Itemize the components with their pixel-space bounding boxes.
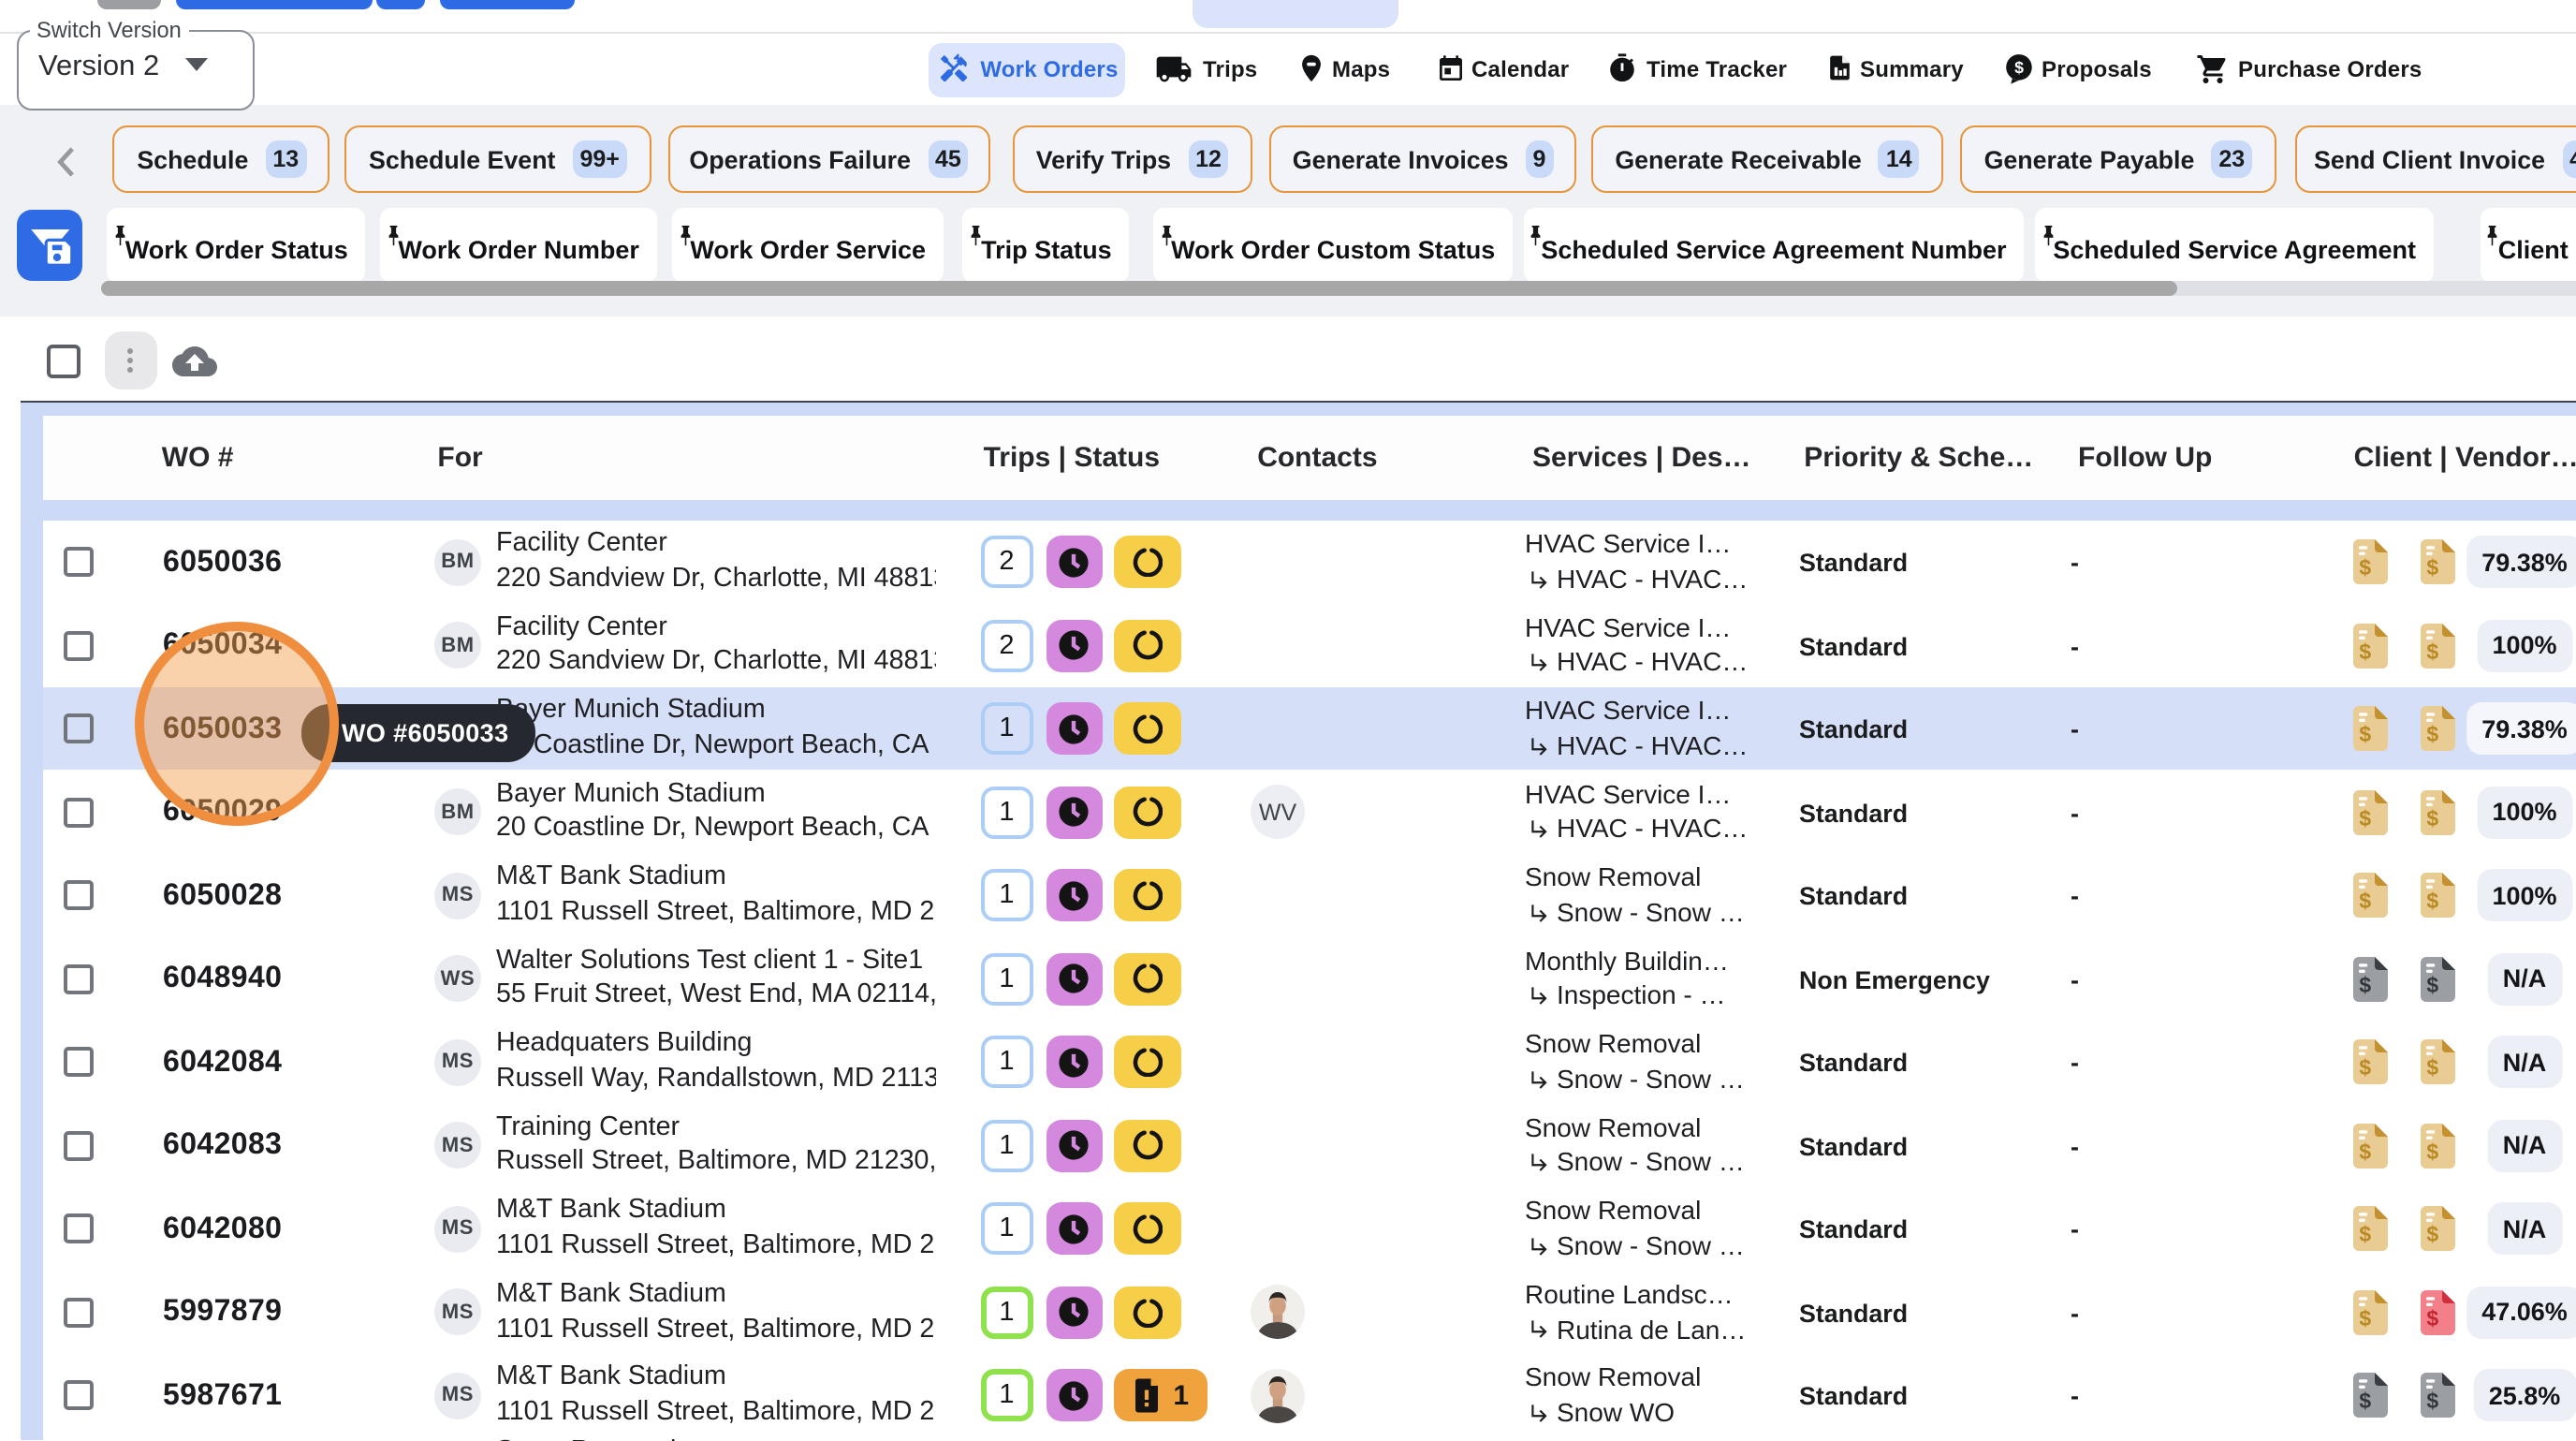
svg-text:$: $ (2426, 1306, 2438, 1331)
svg-text:$: $ (2359, 1139, 2371, 1163)
svg-text:$: $ (2426, 805, 2438, 830)
svg-text:$: $ (2426, 889, 2438, 913)
svg-text:$: $ (2426, 972, 2438, 996)
svg-text:$: $ (2014, 58, 2024, 77)
svg-text:$: $ (2426, 1055, 2438, 1080)
svg-text:$: $ (2359, 805, 2371, 830)
svg-text:$: $ (2359, 1055, 2371, 1080)
svg-text:$: $ (2426, 1139, 2438, 1163)
svg-text:$: $ (2426, 639, 2438, 663)
svg-text:$: $ (2426, 1390, 2438, 1414)
svg-text:$: $ (2359, 972, 2371, 996)
svg-text:$: $ (2359, 1306, 2371, 1331)
svg-text:$: $ (2359, 639, 2371, 663)
svg-text:$: $ (2426, 722, 2438, 746)
svg-text:$: $ (2359, 889, 2371, 913)
svg-text:$: $ (2359, 555, 2371, 580)
svg-text:$: $ (2359, 1390, 2371, 1414)
svg-text:$: $ (2426, 555, 2438, 580)
svg-text:$: $ (2359, 1222, 2371, 1246)
svg-text:$: $ (2359, 722, 2371, 746)
svg-text:$: $ (2426, 1222, 2438, 1246)
